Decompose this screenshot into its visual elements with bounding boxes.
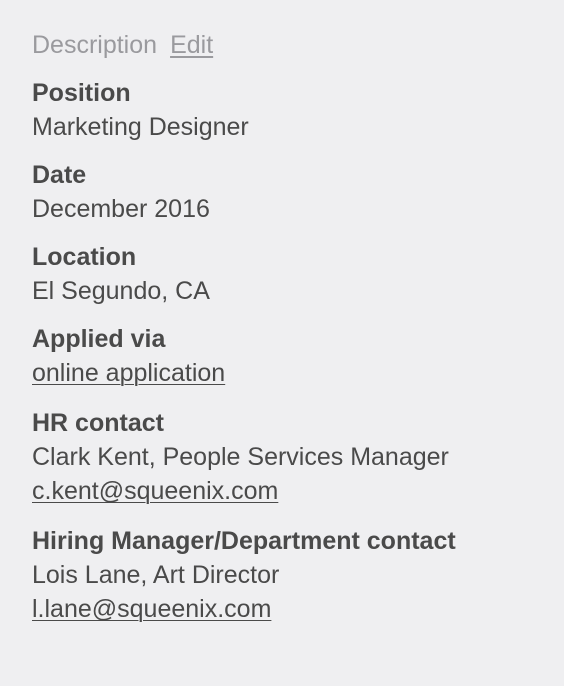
- hiring-contact-section: Hiring Manager/Department contact Lois L…: [32, 524, 552, 628]
- description-panel: Description Edit Position Marketing Desi…: [32, 28, 552, 628]
- position-section: Position Marketing Designer: [32, 76, 552, 144]
- date-value: December 2016: [32, 195, 210, 223]
- hiring-contact-name: Lois Lane, Art Director: [32, 561, 280, 589]
- hr-contact-email-link[interactable]: c.kent@squeenix.com: [32, 474, 278, 510]
- edit-link[interactable]: Edit: [170, 28, 213, 62]
- hr-contact-label: HR contact: [32, 409, 164, 437]
- location-section: Location El Segundo, CA: [32, 240, 552, 308]
- hr-contact-name: Clark Kent, People Services Manager: [32, 443, 449, 471]
- description-header: Description Edit: [32, 28, 552, 62]
- position-value: Marketing Designer: [32, 113, 249, 141]
- location-value: El Segundo, CA: [32, 277, 210, 305]
- hr-contact-section: HR contact Clark Kent, People Services M…: [32, 406, 552, 510]
- hiring-contact-label: Hiring Manager/Department contact: [32, 527, 456, 555]
- date-section: Date December 2016: [32, 158, 552, 226]
- hiring-contact-email-link[interactable]: l.lane@squeenix.com: [32, 592, 271, 628]
- applied-via-link[interactable]: online application: [32, 356, 225, 392]
- date-label: Date: [32, 161, 87, 189]
- applied-via-label: Applied via: [32, 325, 166, 353]
- applied-via-section: Applied via online application: [32, 322, 552, 392]
- position-label: Position: [32, 79, 131, 107]
- description-title: Description: [32, 31, 158, 59]
- location-label: Location: [32, 243, 137, 271]
